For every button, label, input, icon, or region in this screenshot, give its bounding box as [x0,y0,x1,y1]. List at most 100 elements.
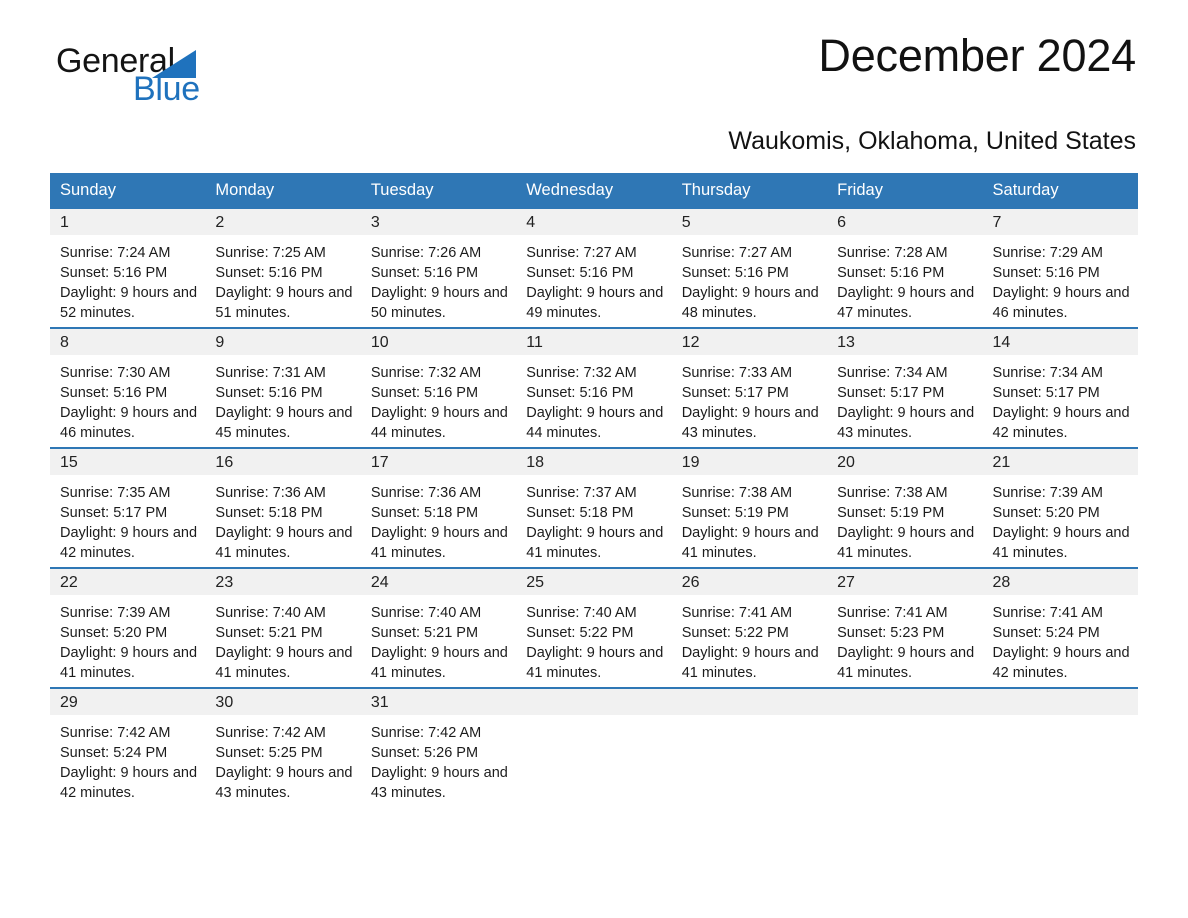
calendar-day-cell[interactable]: 18 Sunrise: 7:37 AM Sunset: 5:18 PM Dayligh… [516,447,672,568]
sunset-text: Sunset: 5:16 PM [370,265,479,281]
day-cell-content: 22 Sunrise: 7:39 AM Sunset: 5:20 PM Dayligh… [50,569,206,687]
day-cell-content: 19 Sunrise: 7:38 AM Sunset: 5:19 PM Dayligh… [671,449,828,567]
sunrise-text: Sunrise: 7:29 AM [992,245,1103,261]
daylight-text: Daylight: 9 hours and 41 minutes. [681,525,819,561]
calendar-day-cell[interactable]: 24 Sunrise: 7:40 AM Sunset: 5:21 PM Dayligh… [360,567,517,688]
calendar-day-cell[interactable]: 25 Sunrise: 7:40 AM Sunset: 5:22 PM Dayligh… [516,567,672,688]
sunrise-text: Sunrise: 7:28 AM [837,245,948,261]
day-cell-content: 13 Sunrise: 7:34 AM Sunset: 5:17 PM Dayligh… [827,329,983,447]
day-cell-content: 17 Sunrise: 7:36 AM Sunset: 5:18 PM Dayligh… [360,449,517,567]
sunrise-text: Sunrise: 7:42 AM [60,725,171,741]
sunrise-text: Sunrise: 7:42 AM [370,725,482,741]
calendar-day-cell[interactable]: 19 Sunrise: 7:38 AM Sunset: 5:19 PM Dayligh… [671,447,828,568]
sunrise-text: Sunrise: 7:42 AM [215,725,326,741]
calendar-day-cell[interactable]: 31 Sunrise: 7:42 AM Sunset: 5:26 PM Dayligh… [360,687,517,809]
calendar-day-cell[interactable]: 17 Sunrise: 7:36 AM Sunset: 5:18 PM Dayligh… [360,447,517,568]
calendar-day-cell[interactable]: 22 Sunrise: 7:39 AM Sunset: 5:20 PM Dayligh… [50,567,206,688]
sunrise-text: Sunrise: 7:27 AM [681,245,793,261]
sunrise-text: Sunrise: 7:34 AM [837,365,948,381]
day-cell-content: 8 Sunrise: 7:30 AM Sunset: 5:16 PM Daylight… [50,329,206,447]
calendar-day-cell[interactable]: 16 Sunrise: 7:36 AM Sunset: 5:18 PM Dayligh… [205,447,361,568]
calendar-day-cell[interactable]: 30 Sunrise: 7:42 AM Sunset: 5:25 PM Dayligh… [205,687,361,809]
day-number: 5 [671,209,828,235]
sunrise-text: Sunrise: 7:41 AM [837,605,948,621]
sunset-text: Sunset: 5:19 PM [681,505,789,521]
daylight-text: Daylight: 9 hours and 43 minutes. [370,765,508,801]
calendar-day-cell[interactable]: 27 Sunrise: 7:41 AM Sunset: 5:23 PM Dayligh… [827,567,983,688]
day-cell-content: 26 Sunrise: 7:41 AM Sunset: 5:22 PM Dayligh… [671,569,828,687]
calendar-day-cell[interactable]: 8 Sunrise: 7:30 AM Sunset: 5:16 PM Daylight… [50,327,206,448]
calendar-day-cell[interactable]: 13 Sunrise: 7:34 AM Sunset: 5:17 PM Dayligh… [827,327,983,448]
day-number: 17 [360,449,517,475]
daylight-text: Daylight: 9 hours and 43 minutes. [837,405,975,441]
location-subtitle: Waukomis, Oklahoma, United States [728,127,1136,155]
day-details: Sunrise: 7:34 AM Sunset: 5:17 PM Daylight:… [983,355,1138,443]
calendar-day-cell[interactable]: 14 Sunrise: 7:34 AM Sunset: 5:17 PM Dayligh… [982,327,1138,448]
sunrise-text: Sunrise: 7:41 AM [681,605,793,621]
calendar-day-cell[interactable]: 6 Sunrise: 7:28 AM Sunset: 5:16 PM Daylight… [827,209,983,328]
sunrise-text: Sunrise: 7:30 AM [60,365,171,381]
daylight-text: Daylight: 9 hours and 42 minutes. [60,765,198,801]
sunrise-text: Sunrise: 7:41 AM [992,605,1103,621]
day-number: 16 [205,449,361,475]
sunset-text: Sunset: 5:18 PM [215,505,323,521]
calendar-day-cell[interactable]: 4 Sunrise: 7:27 AM Sunset: 5:16 PM Daylight… [516,209,672,328]
daylight-text: Daylight: 9 hours and 42 minutes. [992,645,1130,681]
day-number: 11 [516,329,672,355]
calendar-day-cell[interactable]: 26 Sunrise: 7:41 AM Sunset: 5:22 PM Dayligh… [671,567,828,688]
daylight-text: Daylight: 9 hours and 45 minutes. [215,405,353,441]
sunrise-text: Sunrise: 7:32 AM [370,365,482,381]
calendar-day-cell[interactable]: 5 Sunrise: 7:27 AM Sunset: 5:16 PM Daylight… [671,209,828,328]
sunset-text: Sunset: 5:20 PM [992,505,1100,521]
calendar-day-cell [982,687,1138,809]
sunset-text: Sunset: 5:16 PM [992,265,1100,281]
calendar-day-cell[interactable]: 11 Sunrise: 7:32 AM Sunset: 5:16 PM Dayligh… [516,327,672,448]
daylight-text: Daylight: 9 hours and 46 minutes. [60,405,198,441]
day-number: 10 [360,329,517,355]
day-number: 29 [50,689,206,715]
title-block: December 2024 [818,32,1136,80]
daylight-text: Daylight: 9 hours and 50 minutes. [370,285,508,321]
day-number: 23 [205,569,361,595]
day-number: 9 [205,329,361,355]
calendar-page: General Blue December 2024 Waukomis, Okl… [0,0,1188,918]
day-cell-content: 14 Sunrise: 7:34 AM Sunset: 5:17 PM Dayligh… [982,329,1138,447]
sunset-text: Sunset: 5:21 PM [215,625,323,641]
sunrise-sunset-calendar: Sunday Monday Tuesday Wednesday Thursday… [50,173,1138,809]
day-cell-content: 11 Sunrise: 7:32 AM Sunset: 5:16 PM Dayligh… [516,329,672,447]
sunset-text: Sunset: 5:25 PM [215,745,323,761]
calendar-day-cell [671,687,828,809]
calendar-day-cell[interactable]: 3 Sunrise: 7:26 AM Sunset: 5:16 PM Daylight… [360,209,517,328]
sunset-text: Sunset: 5:26 PM [370,745,479,761]
sunset-text: Sunset: 5:24 PM [992,625,1100,641]
daylight-text: Daylight: 9 hours and 49 minutes. [526,285,664,321]
calendar-day-cell[interactable]: 7 Sunrise: 7:29 AM Sunset: 5:16 PM Daylight… [982,209,1138,328]
sunrise-text: Sunrise: 7:38 AM [681,485,793,501]
calendar-header-row: Sunday Monday Tuesday Wednesday Thursday… [50,173,1138,209]
calendar-day-cell[interactable]: 15 Sunrise: 7:35 AM Sunset: 5:17 PM Dayligh… [50,447,206,568]
calendar-day-cell[interactable]: 12 Sunrise: 7:33 AM Sunset: 5:17 PM Dayligh… [671,327,828,448]
weekday-header-wednesday: Wednesday [516,173,672,209]
calendar-day-cell[interactable]: 21 Sunrise: 7:39 AM Sunset: 5:20 PM Dayligh… [982,447,1138,568]
calendar-day-cell[interactable]: 20 Sunrise: 7:38 AM Sunset: 5:19 PM Dayligh… [827,447,983,568]
calendar-day-cell[interactable]: 1 Sunrise: 7:24 AM Sunset: 5:16 PM Daylight… [50,209,206,328]
calendar-day-cell[interactable]: 10 Sunrise: 7:32 AM Sunset: 5:16 PM Dayligh… [360,327,517,448]
sunrise-text: Sunrise: 7:36 AM [215,485,326,501]
day-number: 12 [671,329,828,355]
day-details: Sunrise: 7:40 AM Sunset: 5:21 PM Daylight:… [361,595,516,683]
sunset-text: Sunset: 5:16 PM [526,265,634,281]
sunrise-text: Sunrise: 7:36 AM [370,485,482,501]
calendar-day-cell[interactable]: 23 Sunrise: 7:40 AM Sunset: 5:21 PM Dayligh… [205,567,361,688]
sunset-text: Sunset: 5:17 PM [681,385,789,401]
calendar-week-row: 1 Sunrise: 7:24 AM Sunset: 5:16 PM Daylight… [50,209,1138,328]
calendar-day-cell[interactable]: 29 Sunrise: 7:42 AM Sunset: 5:24 PM Dayligh… [50,687,206,809]
calendar-day-cell[interactable]: 9 Sunrise: 7:31 AM Sunset: 5:16 PM Daylight… [205,327,361,448]
calendar-day-cell[interactable]: 28 Sunrise: 7:41 AM Sunset: 5:24 PM Dayligh… [982,567,1138,688]
sunrise-text: Sunrise: 7:40 AM [370,605,482,621]
day-cell-content: 15 Sunrise: 7:35 AM Sunset: 5:17 PM Dayligh… [50,449,206,567]
logo-text-blue: Blue [133,70,200,108]
sunrise-text: Sunrise: 7:27 AM [526,245,637,261]
calendar-day-cell[interactable]: 2 Sunrise: 7:25 AM Sunset: 5:16 PM Daylight… [205,209,361,328]
daylight-text: Daylight: 9 hours and 44 minutes. [526,405,664,441]
weekday-header-tuesday: Tuesday [360,173,517,209]
